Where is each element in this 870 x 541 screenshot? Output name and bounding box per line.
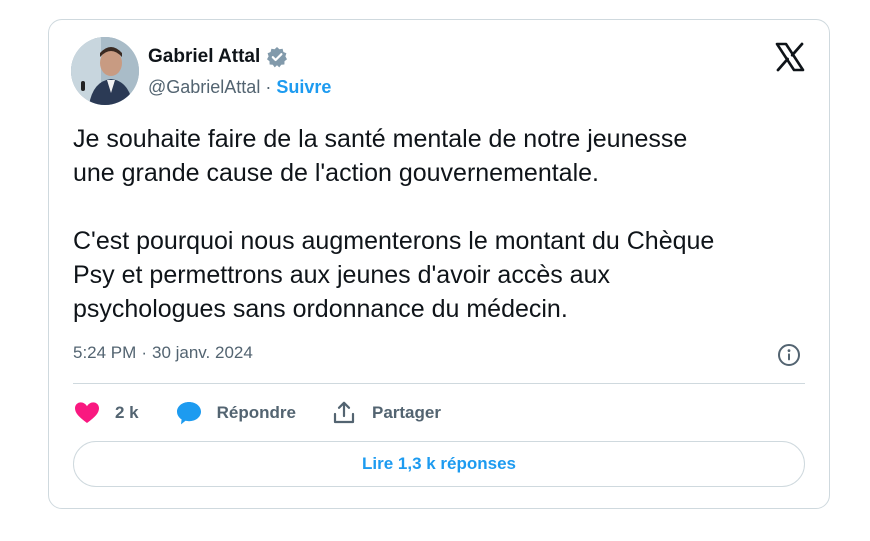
handle-separator: ·	[265, 77, 272, 97]
author-block: Gabriel Attal @GabrielAttal · Suivre	[148, 44, 331, 98]
reply-button[interactable]: Répondre	[175, 399, 296, 427]
like-button[interactable]: 2 k	[73, 399, 139, 427]
tweet-embed-card: Gabriel Attal @GabrielAttal · Suivre Je …	[48, 19, 830, 509]
author-handle[interactable]: @GabrielAttal	[148, 77, 260, 98]
tweet-text: Je souhaite faire de la santé mentale de…	[73, 125, 715, 323]
heart-icon	[75, 402, 99, 423]
follow-link[interactable]: Suivre	[276, 77, 331, 98]
verified-badge-icon	[266, 46, 288, 68]
timestamp-separator: ·	[141, 343, 147, 362]
share-icon	[333, 401, 355, 424]
info-icon[interactable]	[777, 343, 801, 367]
tweet-timestamp[interactable]: 5:24 PM · 30 janv. 2024	[73, 343, 253, 363]
x-logo-icon[interactable]	[775, 42, 805, 72]
divider	[73, 383, 805, 384]
action-bar: 2 k Répondre Partager	[73, 399, 441, 427]
read-replies-button[interactable]: Lire 1,3 k réponses	[73, 441, 805, 487]
read-replies-label: Lire 1,3 k réponses	[361, 454, 517, 473]
like-count: 2 k	[115, 403, 139, 422]
avatar[interactable]	[71, 37, 139, 105]
reply-bubble-icon	[176, 402, 201, 425]
share-button[interactable]: Partager	[330, 399, 441, 427]
share-label: Partager	[371, 403, 441, 422]
tweet-time: 5:24 PM	[73, 343, 137, 362]
tweet-date: 30 janv. 2024	[151, 343, 253, 362]
reply-label: Répondre	[216, 403, 296, 422]
author-name[interactable]: Gabriel Attal	[148, 46, 260, 68]
